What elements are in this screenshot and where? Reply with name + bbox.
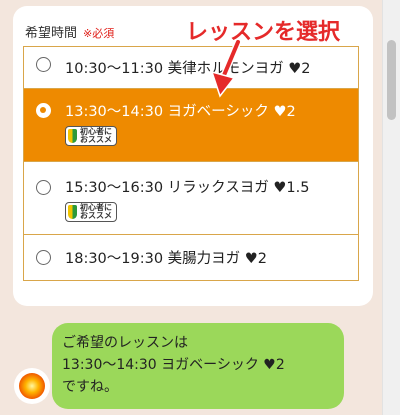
scrollbar-thumb[interactable]	[387, 40, 396, 120]
lesson-option-list: 10:30〜11:30 美律ホルモンヨガ ♥2 13:30〜14:30 ヨガベー…	[23, 46, 359, 281]
beginner-badge: 初心者に おススメ	[65, 126, 117, 146]
scrollbar[interactable]	[382, 0, 400, 415]
required-marker: ※必須	[83, 27, 115, 40]
lesson-option-label: 13:30〜14:30 ヨガベーシック ♥2	[65, 104, 296, 120]
radio-button[interactable]	[36, 57, 51, 72]
field-label-row: 希望時間 ※必須	[25, 22, 114, 41]
bot-avatar	[14, 368, 50, 404]
chat-line-3: ですね。	[62, 379, 118, 395]
time-selection-card: 希望時間 ※必須 10:30〜11:30 美律ホルモンヨガ ♥2 13:30〜14…	[13, 6, 373, 306]
chat-line-1: ご希望のレッスンは	[62, 335, 188, 351]
lesson-option-3[interactable]: 15:30〜16:30 リラックスヨガ ♥1.5 初心者に おススメ	[24, 162, 358, 235]
field-label: 希望時間	[25, 26, 78, 41]
lesson-option-2[interactable]: 13:30〜14:30 ヨガベーシック ♥2 初心者に おススメ	[24, 89, 358, 162]
lesson-option-label: 10:30〜11:30 美律ホルモンヨガ ♥2	[65, 61, 311, 77]
beginner-leaf-icon	[68, 129, 77, 143]
lesson-option-label: 15:30〜16:30 リラックスヨガ ♥1.5	[65, 180, 310, 196]
lesson-option-label: 18:30〜19:30 美腸力ヨガ ♥2	[65, 251, 268, 267]
annotation-arrow-icon	[210, 40, 242, 98]
badge-line-2: おススメ	[80, 211, 112, 220]
sun-icon	[19, 373, 45, 399]
chat-message-bubble: ご希望のレッスンは 13:30〜14:30 ヨガベーシック ♥2 ですね。	[52, 323, 344, 409]
lesson-option-4[interactable]: 18:30〜19:30 美腸力ヨガ ♥2	[24, 235, 358, 280]
lesson-option-1[interactable]: 10:30〜11:30 美律ホルモンヨガ ♥2	[24, 47, 358, 89]
beginner-badge: 初心者に おススメ	[65, 202, 117, 222]
chat-line-2: 13:30〜14:30 ヨガベーシック ♥2	[62, 357, 285, 373]
radio-button[interactable]	[36, 250, 51, 265]
radio-button[interactable]	[36, 180, 51, 195]
beginner-leaf-icon	[68, 205, 77, 219]
badge-line-2: おススメ	[80, 135, 112, 144]
radio-button-selected[interactable]	[36, 103, 51, 118]
